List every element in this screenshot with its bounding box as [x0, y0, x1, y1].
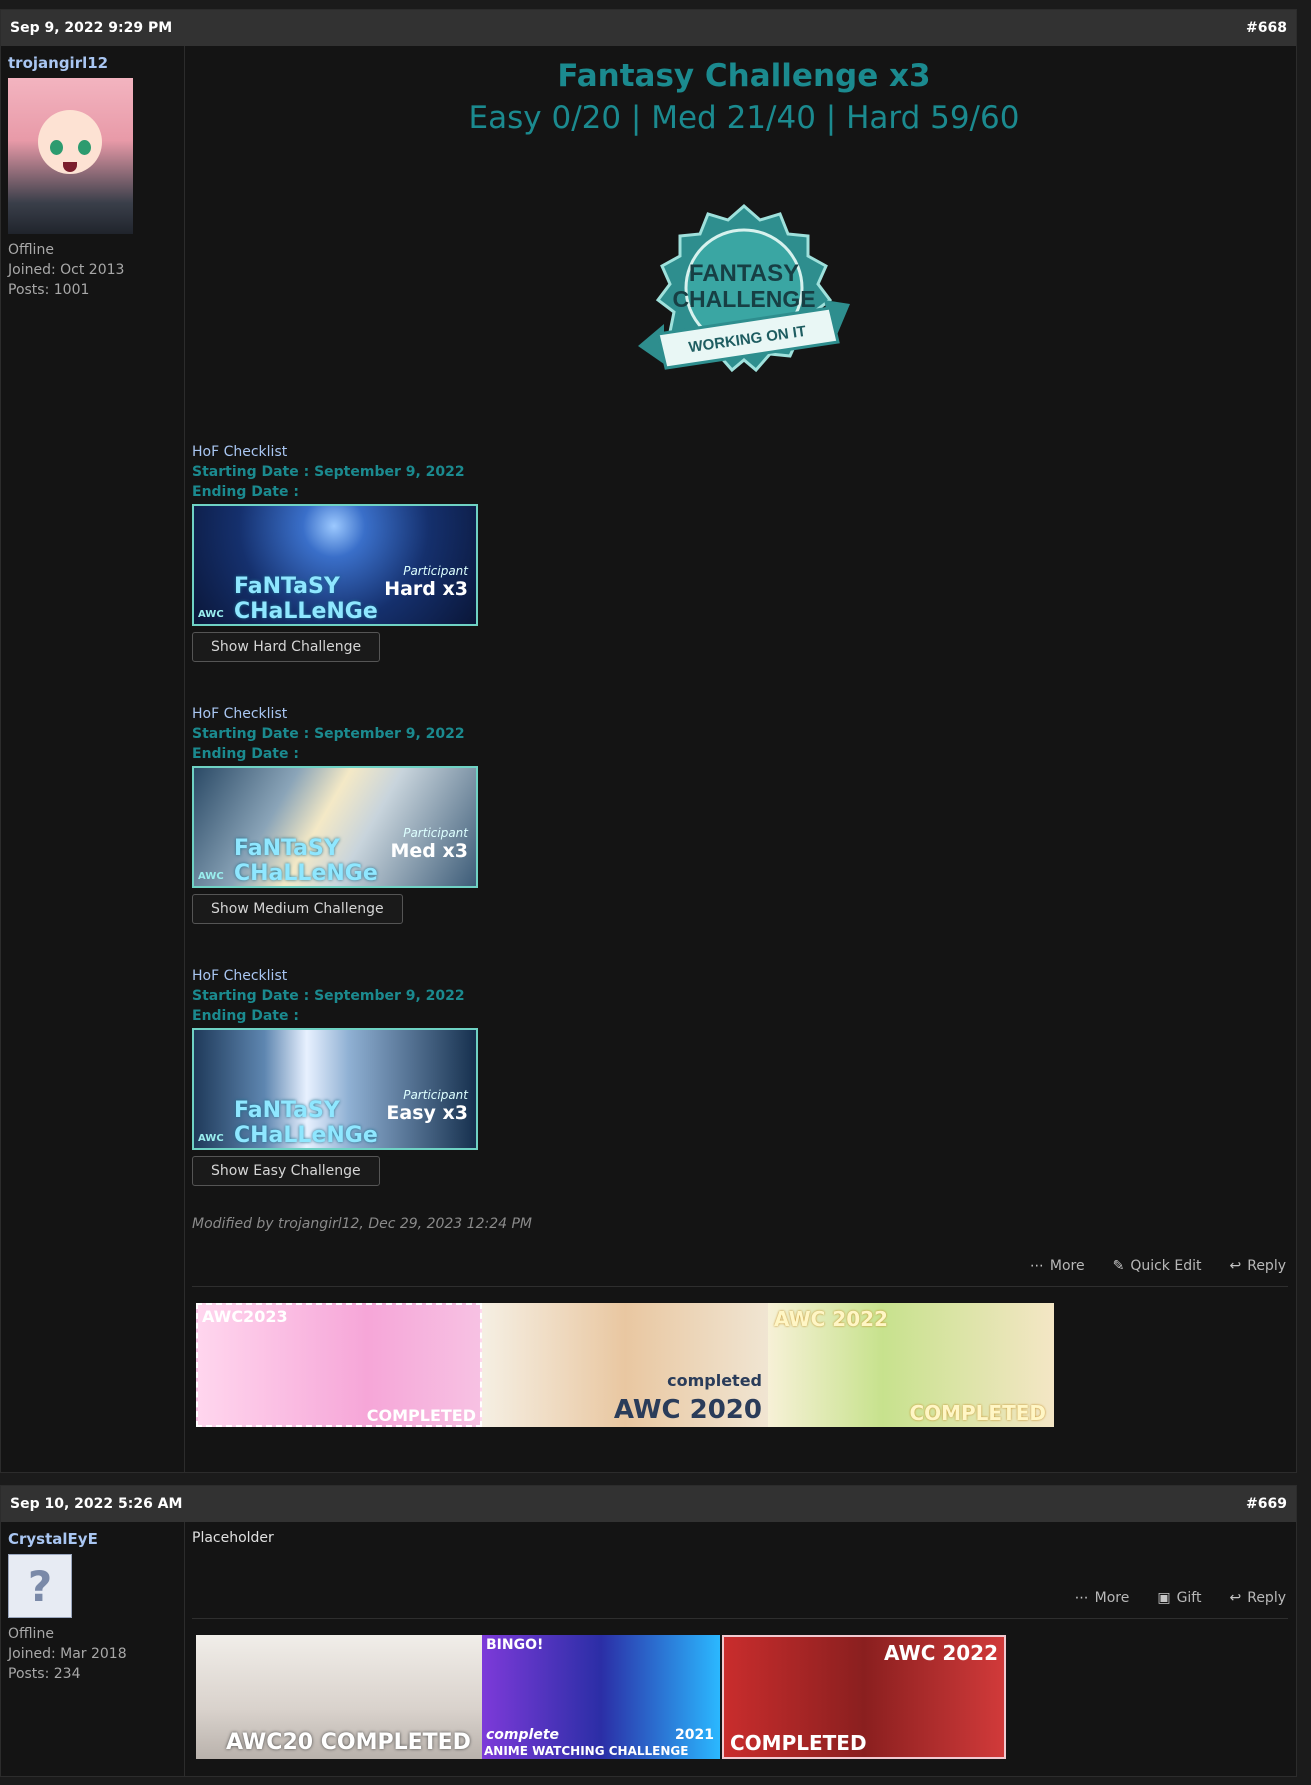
starting-date: Starting Date : September 9, 2022: [192, 464, 465, 480]
badge-line2: CHALLENGE: [672, 286, 815, 312]
user-joined: Joined: Mar 2018: [8, 1646, 127, 1662]
modified-note: Modified by trojangirl12, Dec 29, 2023 1…: [192, 1216, 532, 1232]
user-status: Offline: [8, 1626, 54, 1642]
show-hard-challenge-button[interactable]: Show Hard Challenge: [192, 632, 381, 662]
medium-challenge-banner: Participant Med x3 FaNTaSY CHaLLeNGe AWC: [192, 766, 478, 888]
user-posts: Posts: 1001: [8, 282, 90, 298]
easy-challenge-banner: Participant Easy x3 FaNTaSY CHaLLeNGe AW…: [192, 1028, 478, 1150]
post-content: Fantasy Challenge x3 Easy 0/20 | Med 21/…: [192, 46, 1296, 1427]
signature-awc2022[interactable]: AWC 2022 COMPLETED: [722, 1635, 1006, 1759]
post-date: Sep 9, 2022 9:29 PM: [10, 20, 173, 36]
post-669: Sep 10, 2022 5:26 AM #669 CrystalEyE ? O…: [0, 1485, 1297, 1777]
post-body: trojangirl12 Offline Joined: Oct 2013 Po…: [1, 46, 1296, 1472]
user-info: trojangirl12 Offline Joined: Oct 2013 Po…: [1, 46, 185, 1472]
signature: AWC20 COMPLETED BINGO! complete 2021 ANI…: [196, 1635, 1296, 1759]
post-body-text: Placeholder: [192, 1530, 274, 1546]
post-title: Fantasy Challenge x3: [557, 58, 931, 94]
hard-challenge-banner: Participant Hard x3 FaNTaSY CHaLLeNGe AW…: [192, 504, 478, 626]
reply-icon: ↩: [1229, 1258, 1242, 1274]
signature-awc2023[interactable]: AWC2023 COMPLETED: [196, 1303, 482, 1427]
fantasy-challenge-badge: FANTASY CHALLENGE WORKING ON IT: [624, 196, 864, 416]
ending-date: Ending Date :: [192, 1008, 299, 1024]
username-link[interactable]: CrystalEyE: [8, 1530, 177, 1548]
ellipsis-icon: ⋯: [1074, 1590, 1089, 1606]
signature-awc2020[interactable]: completed AWC 2020: [482, 1303, 768, 1427]
divider: [192, 1286, 1288, 1287]
more-button[interactable]: ⋯ More: [1030, 1258, 1085, 1274]
starting-date: Starting Date : September 9, 2022: [192, 988, 465, 1004]
reply-button[interactable]: ↩ Reply: [1229, 1258, 1286, 1274]
post-body: CrystalEyE ? Offline Joined: Mar 2018 Po…: [1, 1522, 1296, 1776]
post-number-link[interactable]: #669: [1246, 1496, 1287, 1512]
easy-challenge-section: HoF Checklist Starting Date : September …: [192, 966, 1296, 1186]
post-actions: ⋯ More ✎ Quick Edit ↩ Reply: [192, 1258, 1296, 1274]
hard-challenge-section: HoF Checklist Starting Date : September …: [192, 442, 1296, 662]
post-header: Sep 9, 2022 9:29 PM #668: [1, 10, 1296, 46]
show-easy-challenge-button[interactable]: Show Easy Challenge: [192, 1156, 380, 1186]
more-button[interactable]: ⋯ More: [1075, 1590, 1130, 1606]
hof-checklist-link[interactable]: HoF Checklist: [192, 442, 1296, 462]
user-posts: Posts: 234: [8, 1666, 81, 1682]
quick-edit-button[interactable]: ✎ Quick Edit: [1113, 1258, 1202, 1274]
gift-icon: ▣: [1157, 1590, 1171, 1606]
show-medium-challenge-button[interactable]: Show Medium Challenge: [192, 894, 403, 924]
username-link[interactable]: trojangirl12: [8, 54, 177, 72]
hof-checklist-link[interactable]: HoF Checklist: [192, 704, 1296, 724]
post-number-link[interactable]: #668: [1246, 20, 1287, 36]
signature-awc2022[interactable]: AWC 2022 COMPLETED: [768, 1303, 1054, 1427]
post-668: Sep 9, 2022 9:29 PM #668 trojangirl12 Of…: [0, 9, 1297, 1473]
reply-button[interactable]: ↩ Reply: [1229, 1590, 1286, 1606]
avatar[interactable]: [8, 78, 133, 234]
badge-line1: FANTASY: [689, 260, 799, 287]
hof-checklist-link[interactable]: HoF Checklist: [192, 966, 1296, 986]
ending-date: Ending Date :: [192, 746, 299, 762]
ellipsis-icon: ⋯: [1029, 1258, 1044, 1274]
signature: AWC2023 COMPLETED completed AWC 2020 AWC…: [196, 1303, 1296, 1427]
divider: [192, 1618, 1288, 1619]
ending-date: Ending Date :: [192, 484, 299, 500]
post-actions: ⋯ More ▣ Gift ↩ Reply: [192, 1590, 1296, 1606]
signature-bingo-2021[interactable]: BINGO! complete 2021 ANIME WATCHING CHAL…: [482, 1635, 720, 1759]
signature-awc20[interactable]: AWC20 COMPLETED: [196, 1635, 482, 1759]
user-joined: Joined: Oct 2013: [8, 262, 125, 278]
gift-button[interactable]: ▣ Gift: [1157, 1590, 1201, 1606]
edit-icon: ✎: [1112, 1258, 1125, 1274]
post-date: Sep 10, 2022 5:26 AM: [10, 1496, 183, 1512]
post-subtitle: Easy 0/20 | Med 21/40 | Hard 59/60: [468, 100, 1020, 136]
starting-date: Starting Date : September 9, 2022: [192, 726, 465, 742]
default-avatar-icon[interactable]: ?: [8, 1554, 72, 1618]
post-content: Placeholder ⋯ More ▣ Gift ↩ Reply AWC20 COM…: [192, 1522, 1296, 1759]
reply-icon: ↩: [1229, 1590, 1242, 1606]
user-info: CrystalEyE ? Offline Joined: Mar 2018 Po…: [1, 1522, 185, 1776]
post-header: Sep 10, 2022 5:26 AM #669: [1, 1486, 1296, 1522]
user-status: Offline: [8, 242, 54, 258]
medium-challenge-section: HoF Checklist Starting Date : September …: [192, 704, 1296, 924]
